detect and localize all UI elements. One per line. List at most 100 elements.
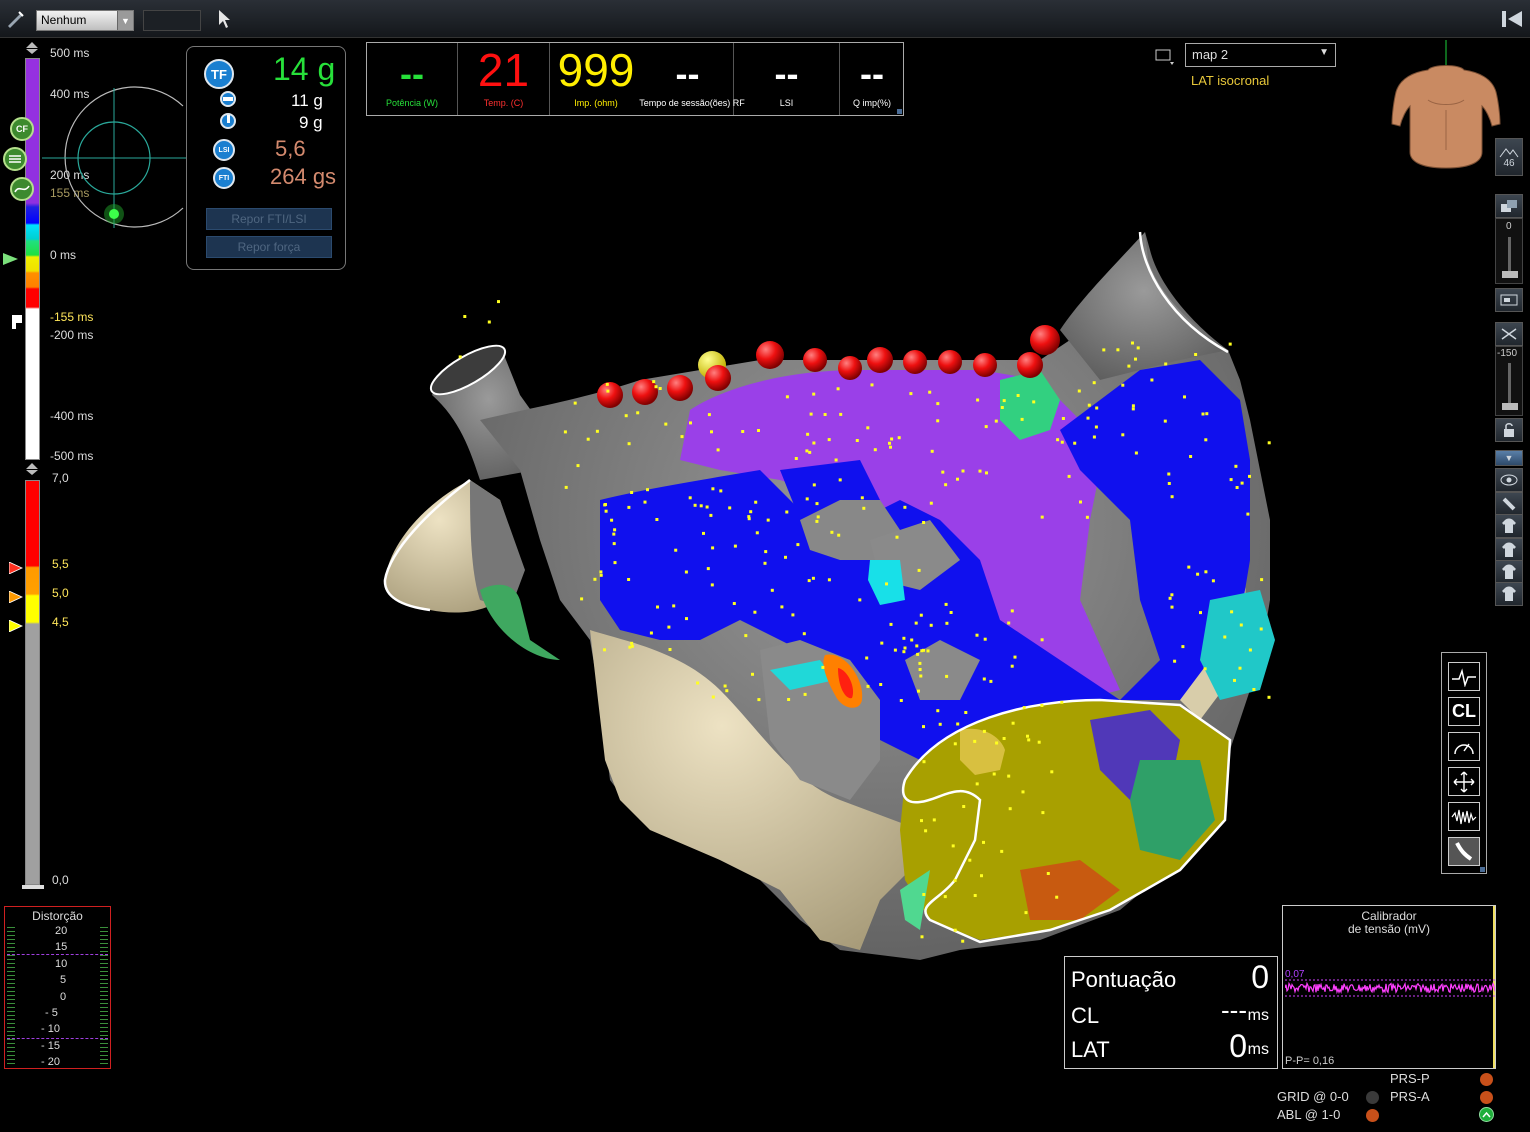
scale-top-handle-icon[interactable] xyxy=(25,41,39,54)
ecg-icon xyxy=(1452,667,1476,687)
calibrator-title: Calibrador de tensão (mV) xyxy=(1283,910,1495,936)
lat-value: 0 xyxy=(1229,1028,1247,1064)
map-select-dropdown[interactable]: map 2 ▼ xyxy=(1185,43,1336,67)
waveform-icon xyxy=(1451,809,1477,824)
view-eye-button[interactable] xyxy=(1495,468,1523,492)
tf-icon: TF xyxy=(204,59,234,89)
fti-value: 264 gs xyxy=(270,164,337,189)
clipping-button[interactable] xyxy=(1495,322,1523,346)
panel-resize-grip[interactable] xyxy=(897,109,902,114)
distance-slider[interactable]: 0 xyxy=(1495,218,1523,284)
lock-button[interactable] xyxy=(1495,418,1523,442)
distortion-upper-limit xyxy=(7,954,108,955)
grid-status-indicator xyxy=(1366,1091,1379,1104)
view-catheter-button[interactable] xyxy=(1495,492,1523,516)
voltage-marker-yellow-icon[interactable] xyxy=(8,619,23,637)
mode-dropdown[interactable]: Nenhum ▼ xyxy=(36,10,134,31)
fti-icon: FTI xyxy=(213,167,235,189)
q-impedance-cell: -- Q imp(%) xyxy=(840,43,904,115)
abl-status-label: ABL @ 1-0 xyxy=(1277,1107,1341,1122)
clip-slider[interactable]: -150 xyxy=(1495,346,1523,416)
reset-fti-lsi-button[interactable]: Repor FTI/LSI xyxy=(206,208,332,230)
session-time-cell: -- Tempo de sessão(ões) RF xyxy=(639,43,745,115)
catheter-tool-icon[interactable] xyxy=(4,4,26,34)
voltage-marker-orange-icon[interactable] xyxy=(8,590,23,608)
voltage-label-55: 5,5 xyxy=(52,557,69,571)
voltage-top-handle-icon[interactable] xyxy=(25,462,39,475)
view-lao-button[interactable] xyxy=(1495,560,1523,584)
column-resize-grip[interactable] xyxy=(1480,867,1485,872)
ablation-parameters-panel: -- Potência (W) 21 Temp. (C) 999 Imp. (o… xyxy=(366,42,904,116)
prs-a-indicator xyxy=(1480,1091,1493,1104)
settings-badge-icon[interactable] xyxy=(3,147,27,171)
noise-signal-button[interactable] xyxy=(1448,802,1480,831)
views-dropdown-button[interactable]: ▼ xyxy=(1495,450,1523,466)
cf-badge[interactable]: CF xyxy=(10,117,34,141)
projection-button[interactable] xyxy=(1495,194,1523,218)
distortion-tick: 20 xyxy=(55,925,68,937)
distortion-tick: 5 xyxy=(60,974,67,986)
lsi-ablation-label: LSI xyxy=(779,98,794,108)
calibrator-trace xyxy=(1285,979,1495,997)
voltage-label-bottom: 0,0 xyxy=(52,873,69,887)
temperature-cell: 21 Temp. (C) xyxy=(458,43,550,115)
distortion-tick: - 15 xyxy=(41,1040,60,1052)
distance-slider-thumb[interactable] xyxy=(1502,271,1518,278)
move-arrows-icon xyxy=(1453,771,1475,792)
prs-p-label: PRS-P xyxy=(1390,1071,1430,1086)
reset-force-button[interactable]: Repor força xyxy=(206,236,332,258)
secondary-dropdown[interactable] xyxy=(143,10,201,31)
distortion-tick: - 5 xyxy=(45,1007,58,1019)
clip-slider-thumb[interactable] xyxy=(1502,403,1518,410)
lat-label-neg155: -155 ms xyxy=(50,310,94,324)
lat-label-top: 500 ms xyxy=(50,46,90,60)
connection-status-icon[interactable] xyxy=(1479,1107,1494,1122)
lock-icon xyxy=(1504,423,1514,437)
torso-ap-icon xyxy=(1502,518,1516,533)
view-pa-button[interactable] xyxy=(1495,538,1523,562)
voltage-color-bar[interactable] xyxy=(25,480,40,885)
power-value: -- xyxy=(400,53,424,94)
q-impedance-label: Q imp(%) xyxy=(853,98,891,108)
voltage-marker-red-icon[interactable] xyxy=(8,561,23,579)
torso-lao-icon xyxy=(1502,564,1516,579)
reset-force-label: Repor força xyxy=(237,240,301,254)
lat-reference-marker-icon[interactable] xyxy=(3,252,19,270)
snapshot-button[interactable] xyxy=(1495,288,1523,312)
fti-icon-label: FTI xyxy=(218,174,230,182)
abl-status-indicator xyxy=(1366,1109,1379,1122)
prs-a-label: PRS-A xyxy=(1390,1089,1430,1104)
lat-label-neg200: -200 ms xyxy=(50,328,94,342)
threshold-button[interactable]: 46 xyxy=(1495,138,1523,176)
move-button[interactable] xyxy=(1448,767,1480,796)
catheter-badge-icon[interactable] xyxy=(10,177,34,201)
collapse-panel-icon[interactable] xyxy=(1498,4,1526,34)
screen-icon xyxy=(1500,294,1518,306)
torso-rao-icon xyxy=(1502,586,1516,601)
view-rao-button[interactable] xyxy=(1495,582,1523,606)
power-label: Potência (W) xyxy=(385,98,438,108)
map-visibility-icon[interactable] xyxy=(1155,48,1177,71)
voltage-bottom-handle[interactable] xyxy=(22,885,44,889)
lat-window-marker-icon[interactable] xyxy=(12,313,24,334)
electroanatomic-3d-map[interactable] xyxy=(350,220,1290,970)
calibrator-title-line2: de tensão (mV) xyxy=(1347,922,1431,936)
lsi-icon: LSI xyxy=(213,139,235,161)
ecg-signal-button[interactable] xyxy=(1448,662,1480,691)
score-label: Pontuação xyxy=(1071,967,1177,992)
catheter-view-button[interactable] xyxy=(1448,837,1480,866)
voltage-calibrator-panel: Calibrador de tensão (mV) 0,07 P-P= 0,16 xyxy=(1282,905,1496,1069)
score-panel: Pontuação 0 CL --- ms LAT 0 ms xyxy=(1064,956,1278,1069)
map-select-value: map 2 xyxy=(1192,47,1229,62)
lsi-icon-label: LSI xyxy=(218,146,230,154)
chevron-down-icon: ▼ xyxy=(1319,47,1329,58)
score-value: 0 xyxy=(1251,959,1269,995)
pointer-tool-icon[interactable] xyxy=(214,4,234,34)
view-ap-button[interactable] xyxy=(1495,514,1523,538)
gauge-icon xyxy=(1454,743,1474,754)
distortion-panel: Distorção 20 15 10 5 0 - 5 - 10 - 15 - 2… xyxy=(4,906,111,1069)
voltage-label-45: 4,5 xyxy=(52,615,69,629)
torso-orientation-icon[interactable] xyxy=(1388,40,1506,170)
speedometer-button[interactable] xyxy=(1448,732,1480,761)
cycle-length-button[interactable]: CL xyxy=(1448,697,1480,726)
